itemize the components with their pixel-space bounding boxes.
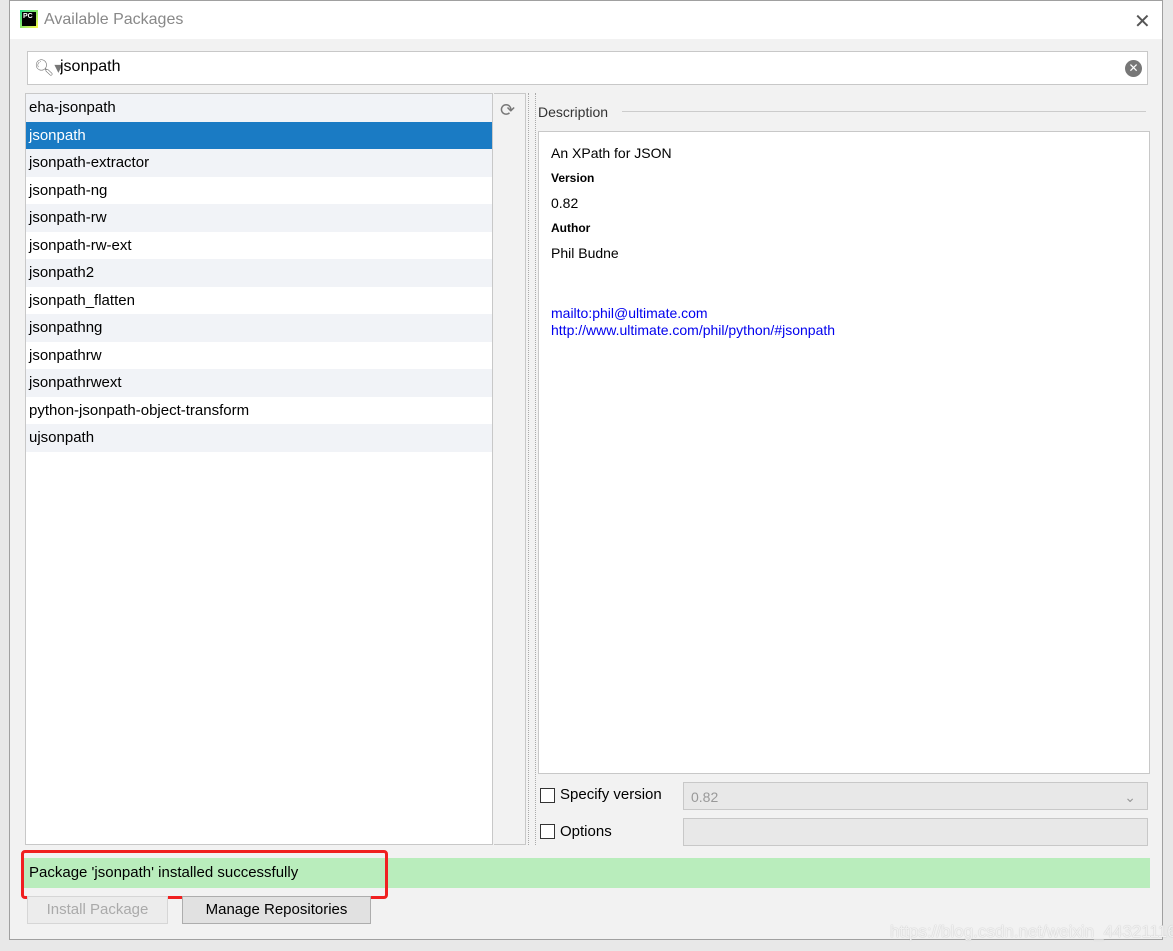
version-value: 0.82 bbox=[551, 195, 579, 211]
manage-repositories-button[interactable]: Manage Repositories bbox=[182, 896, 371, 924]
available-packages-dialog: PC Available Packages ✕ 🔍︎▾ ✕ eha-jsonpa… bbox=[9, 0, 1163, 940]
search-input[interactable] bbox=[60, 58, 1110, 76]
package-list-item[interactable]: jsonpath bbox=[26, 121, 492, 149]
email-link[interactable]: mailto:phil@ultimate.com bbox=[551, 305, 1149, 322]
highlight-annotation bbox=[21, 850, 388, 899]
list-toolbar: ⟳ bbox=[494, 93, 526, 845]
options-checkbox[interactable] bbox=[540, 824, 555, 839]
package-list-item[interactable]: jsonpath_flatten bbox=[26, 287, 492, 315]
install-package-button[interactable]: Install Package bbox=[27, 896, 168, 924]
package-list-item[interactable]: jsonpathrwext bbox=[26, 369, 492, 397]
author-value: Phil Budne bbox=[551, 245, 619, 261]
chevron-down-icon: ⌄ bbox=[1124, 789, 1136, 805]
specify-version-checkbox[interactable] bbox=[540, 788, 555, 803]
package-list-item[interactable]: ujsonpath bbox=[26, 424, 492, 452]
window-title: Available Packages bbox=[44, 11, 184, 28]
package-list[interactable]: eha-jsonpath jsonpath jsonpath-extractor js… bbox=[25, 93, 493, 845]
options-input[interactable] bbox=[683, 818, 1148, 846]
package-summary: An XPath for JSON bbox=[551, 145, 672, 161]
package-list-item[interactable]: jsonpath-rw bbox=[26, 204, 492, 232]
package-list-item[interactable]: eha-jsonpath bbox=[26, 94, 492, 122]
package-list-item[interactable]: jsonpath-ng bbox=[26, 177, 492, 205]
package-list-item[interactable]: jsonpathng bbox=[26, 314, 492, 342]
search-box: 🔍︎▾ ✕ bbox=[27, 51, 1148, 85]
watermark: https://blog.csdn.net/weixin_44321116 bbox=[890, 922, 1173, 941]
close-icon[interactable]: ✕ bbox=[1134, 9, 1151, 34]
version-select-value: 0.82 bbox=[691, 789, 719, 805]
options-label: Options bbox=[560, 823, 612, 840]
divider bbox=[622, 111, 1146, 112]
splitter-handle[interactable] bbox=[528, 93, 536, 845]
homepage-link[interactable]: http://www.ultimate.com/phil/python/#jso… bbox=[551, 322, 1149, 339]
package-list-item[interactable]: python-jsonpath-object-transform bbox=[26, 397, 492, 425]
pycharm-logo-icon: PC bbox=[20, 10, 38, 28]
description-label: Description bbox=[538, 104, 609, 120]
package-list-item[interactable]: jsonpath-extractor bbox=[26, 149, 492, 177]
description-panel: An XPath for JSON Version 0.82 Author Ph… bbox=[538, 131, 1150, 774]
version-label: Version bbox=[551, 171, 595, 185]
title-bar: PC Available Packages ✕ bbox=[10, 1, 1162, 39]
version-select[interactable]: 0.82 ⌄ bbox=[683, 782, 1148, 810]
package-list-item[interactable]: jsonpath2 bbox=[26, 259, 492, 287]
package-list-item[interactable]: jsonpath-rw-ext bbox=[26, 232, 492, 260]
package-list-item[interactable]: jsonpathrw bbox=[26, 342, 492, 370]
author-label: Author bbox=[551, 221, 591, 235]
specify-version-label: Specify version bbox=[560, 786, 662, 803]
search-icon[interactable]: 🔍︎▾ bbox=[34, 58, 62, 78]
clear-search-icon[interactable]: ✕ bbox=[1125, 60, 1142, 77]
refresh-icon[interactable]: ⟳ bbox=[500, 100, 515, 121]
